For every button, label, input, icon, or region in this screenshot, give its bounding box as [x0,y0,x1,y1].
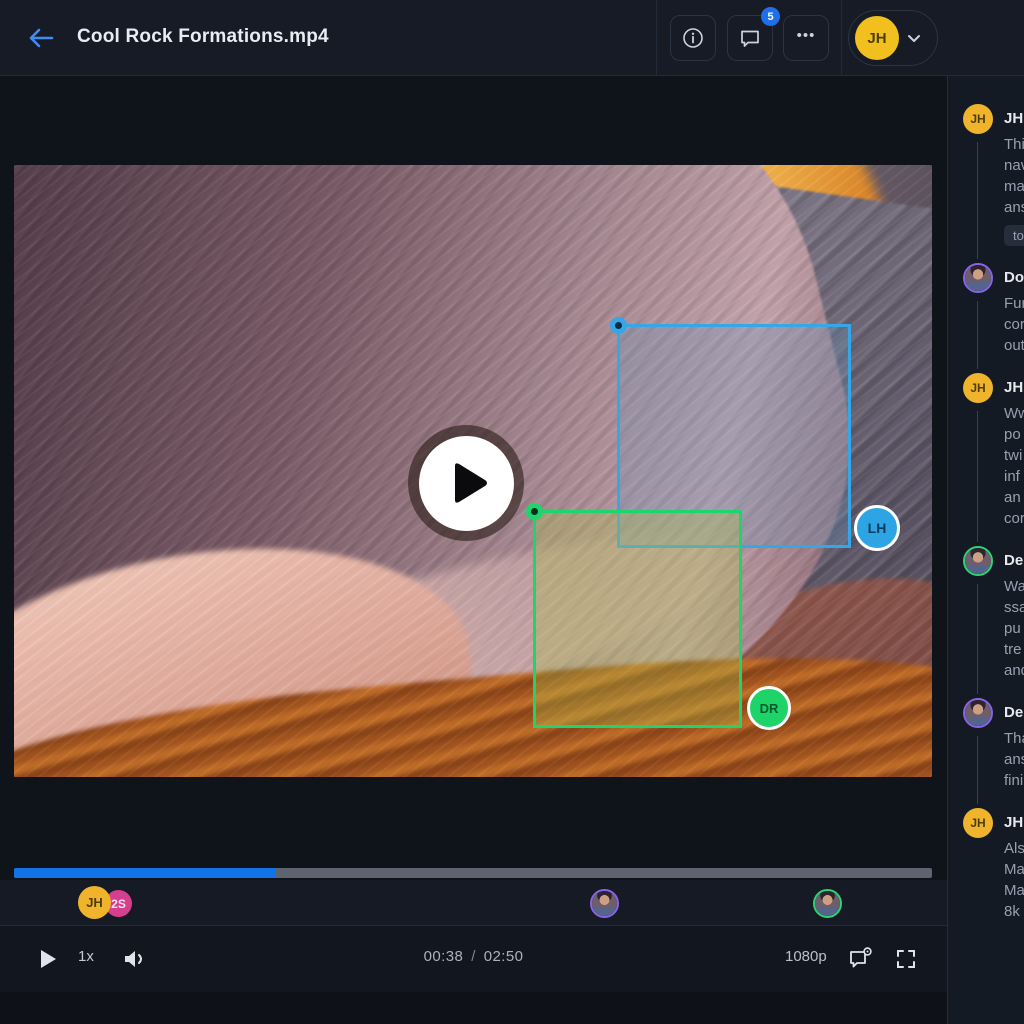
comment-item[interactable]: JH JH Thi nav ma ans to [963,104,1024,246]
avatar-photo [965,265,991,291]
seek-bar-progress [14,868,276,878]
comment-item[interactable]: JH JH Als Ma Ma 8k [963,808,1024,922]
comment-text: Tha [1004,728,1024,749]
comment-text: fini [1004,770,1024,791]
more-options-button[interactable]: ••• [783,15,829,61]
quality-button[interactable]: 1080p [785,948,827,965]
topbar-divider [841,0,842,76]
time-separator: / [471,948,476,965]
comment-text: Thi [1004,134,1024,155]
comment-pin-lh[interactable]: LH [854,505,900,551]
comment-text: twi [1004,445,1024,466]
comment-author: Do [1004,263,1024,293]
play-overlay-circle [419,436,514,531]
annotation-handle[interactable] [610,317,627,334]
comment-gear-icon [848,947,874,971]
comment-text: ma [1004,176,1024,197]
comment-item[interactable]: JH JH Ww po twi inf an cor [963,373,1024,529]
comment-text: an [1004,487,1024,508]
comment-text: ssa [1004,597,1024,618]
comment-text: and [1004,660,1024,681]
timeline-marker-strip: JH 2S [0,880,947,925]
player-stage: LH DR JH 2S 1x [0,76,947,1024]
comment-author: JH [1004,808,1024,838]
comment-text: cor [1004,314,1024,335]
comment-text: tre [1004,639,1024,660]
annotation-handle[interactable] [526,503,543,520]
control-bar-footer [0,992,947,1024]
duration: 02:50 [484,948,524,965]
avatar [963,698,993,728]
comment-text: Ma [1004,859,1024,880]
info-icon [682,27,704,49]
comment-text: Fur [1004,293,1024,314]
fullscreen-icon [895,948,917,970]
seek-bar[interactable] [14,868,932,878]
comment-author: JH [1004,104,1024,134]
comment-tag-chip[interactable]: to [1004,225,1024,246]
comment-item[interactable]: De Wa ssa pu tre and [963,546,1024,681]
avatar: JH [963,104,993,134]
comment-text: Wa [1004,576,1024,597]
fullscreen-button[interactable] [892,946,920,972]
avatar-photo [965,700,991,726]
comment-text: out [1004,335,1024,356]
comment-bubble-icon [739,27,761,49]
comment-text: nav [1004,155,1024,176]
comment-list: JH JH Thi nav ma ans to Do Fur cor out J… [948,76,1024,922]
avatar: JH [963,373,993,403]
avatar-photo [965,548,991,574]
timeline-marker-photo[interactable] [590,889,619,918]
comment-author: JH [1004,373,1024,403]
avatar [592,891,617,916]
back-button[interactable] [24,22,58,54]
comment-text: ans [1004,749,1024,770]
topbar-divider [656,0,657,76]
comment-text: inf [1004,466,1024,487]
chevron-down-icon [907,34,921,43]
comment-text: Als [1004,838,1024,859]
avatar [815,891,840,916]
comments-count-badge: 5 [761,7,780,26]
file-title: Cool Rock Formations.mp4 [77,26,329,48]
comment-pin-dr[interactable]: DR [747,686,791,730]
comment-text: cor [1004,508,1024,529]
play-icon [449,460,491,506]
avatar: JH [963,808,993,838]
comment-author: De [1004,546,1024,576]
control-bar: 1x 00:38 / 02:50 1080p [0,926,947,992]
timeline-marker-jh[interactable]: JH [78,886,111,919]
user-avatar: JH [855,16,899,60]
comment-item[interactable]: De Tha ans fini [963,698,1024,791]
comment-text: Ww [1004,403,1024,424]
avatar [963,546,993,576]
comment-text: pu [1004,618,1024,639]
annotation-rectangle-green[interactable] [533,510,742,728]
more-dots-icon: ••• [797,28,816,49]
comment-text: 8k [1004,901,1024,922]
comment-text: ans [1004,197,1024,218]
current-time: 00:38 [424,948,464,965]
comments-sidebar: JH JH Thi nav ma ans to Do Fur cor out J… [947,76,1024,1024]
play-overlay-button[interactable] [408,425,524,541]
comment-text: Ma [1004,880,1024,901]
avatar [963,263,993,293]
back-arrow-icon [31,30,52,46]
user-menu[interactable]: JH [848,10,938,66]
comment-author: De [1004,698,1024,728]
timeline-marker-photo[interactable] [813,889,842,918]
top-bar: Cool Rock Formations.mp4 5 ••• JH [0,0,1024,76]
info-button[interactable] [670,15,716,61]
comment-text: po [1004,424,1024,445]
comment-item[interactable]: Do Fur cor out [963,263,1024,356]
comments-button[interactable]: 5 [727,15,773,61]
comment-settings-button[interactable] [846,945,876,973]
video-frame[interactable]: LH DR [14,165,932,777]
